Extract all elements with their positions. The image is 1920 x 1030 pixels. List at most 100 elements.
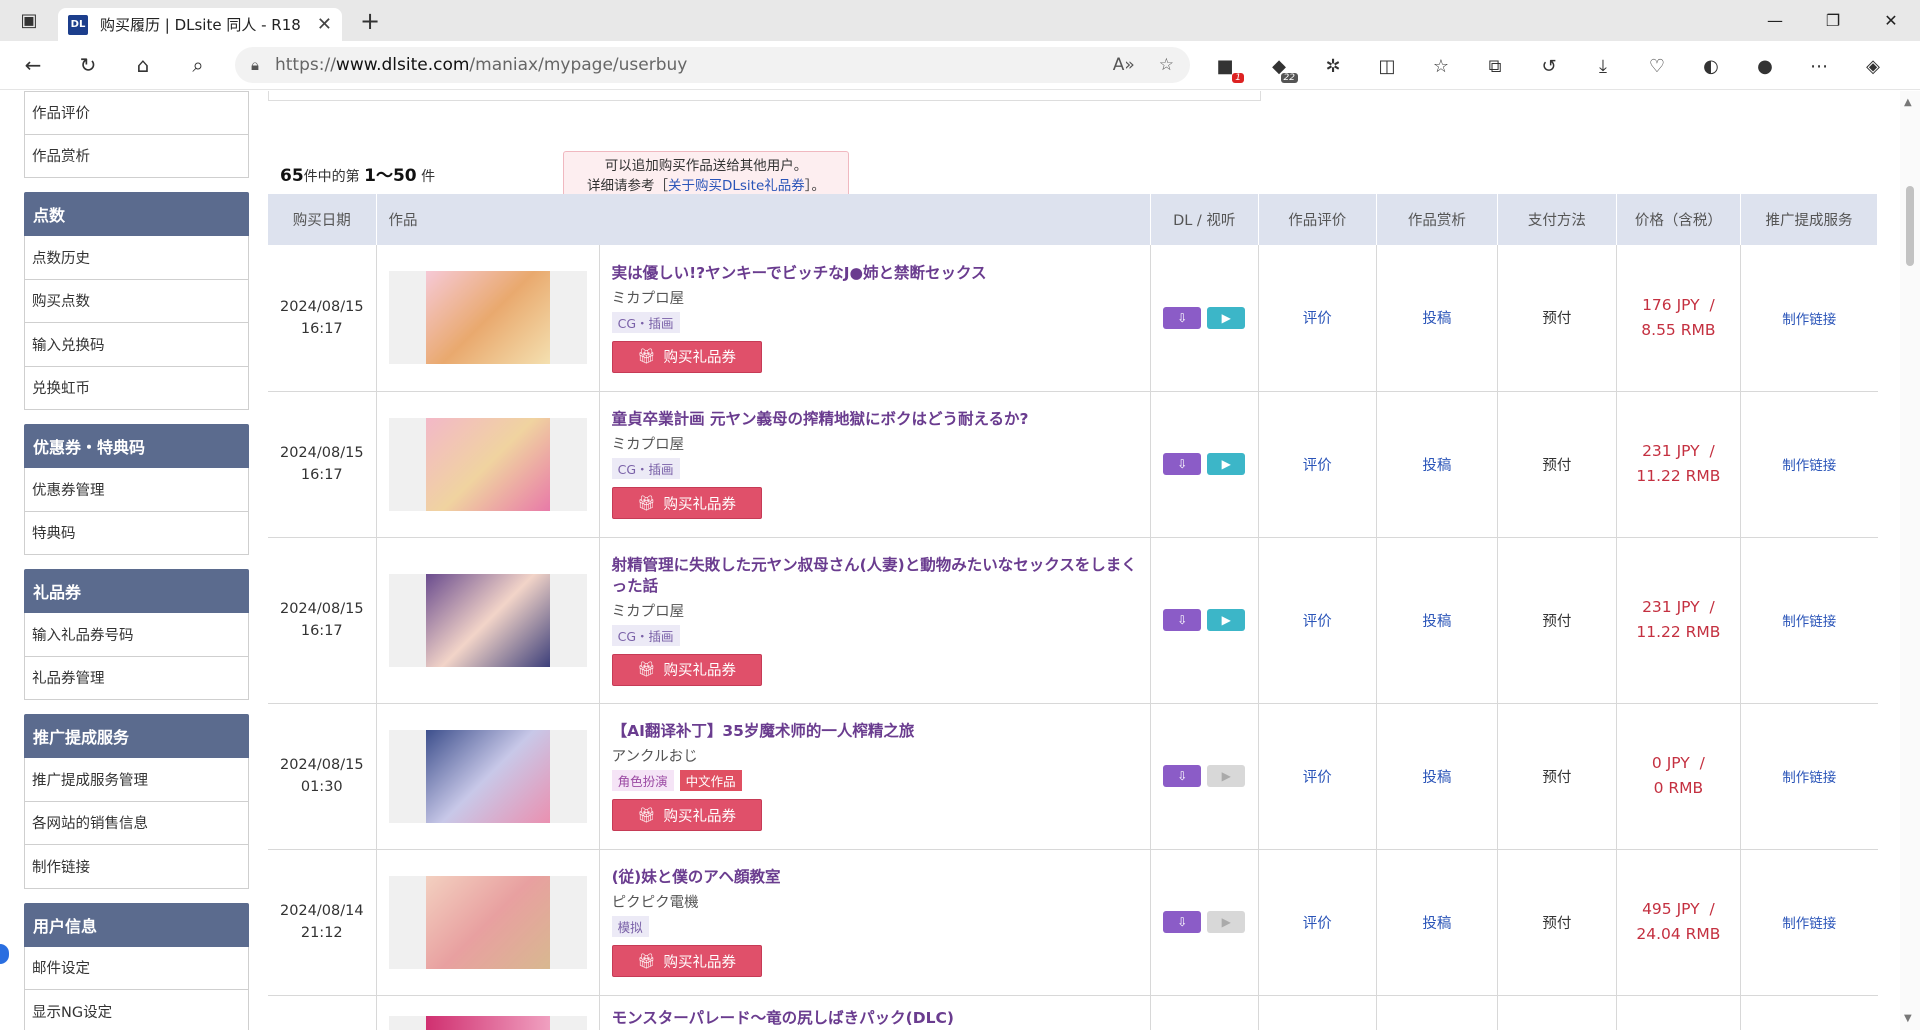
favorites-icon[interactable]: ☆ — [1424, 49, 1458, 83]
sidebar-item-redeem-code[interactable]: 输入兑换码 — [24, 323, 249, 367]
collections-icon[interactable]: ⧉ — [1478, 49, 1512, 83]
refresh-icon[interactable]: ↻ — [66, 45, 110, 85]
genre-tag[interactable]: 角色扮演 — [611, 770, 674, 791]
genre-tag[interactable]: CG・插画 — [611, 311, 680, 333]
buy-gift-button[interactable]: 🎁︎ 购买礼品券 — [611, 653, 762, 686]
make-link[interactable]: 制作链接 — [1782, 614, 1836, 630]
genre-tag[interactable]: 模拟 — [611, 916, 649, 937]
sidebar-item-gift-input[interactable]: 输入礼品券号码 — [24, 613, 249, 657]
play-preview-icon[interactable]: ▶ — [1207, 453, 1246, 475]
circle-name[interactable]: アンクルおじ — [612, 745, 1138, 766]
buy-gift-button[interactable]: 🎁︎ 购买礼品券 — [611, 945, 762, 977]
post-link[interactable]: 投稿 — [1422, 916, 1451, 932]
genre-tag[interactable]: CG・插画 — [611, 458, 680, 479]
sidebar-item-review[interactable]: 作品评价 — [24, 91, 249, 135]
split-screen-icon[interactable]: ◫ — [1370, 49, 1404, 83]
favorite-star-icon[interactable]: ☆ — [1159, 55, 1174, 75]
post-link[interactable]: 投稿 — [1422, 458, 1451, 474]
sidebar-item-ng-settings[interactable]: 显示NG设定 — [24, 990, 249, 1030]
close-window-icon[interactable]: ✕ — [1862, 0, 1920, 41]
scroll-up-icon[interactable]: ▲ — [1904, 97, 1912, 108]
minimize-icon[interactable]: — — [1746, 0, 1804, 41]
genre-tag[interactable]: CG・插画 — [611, 624, 680, 646]
performance-icon[interactable]: ♡ — [1640, 49, 1674, 83]
download-icon[interactable]: ⇩ — [1163, 306, 1202, 329]
sidebar-item-make-link[interactable]: 制作链接 — [24, 845, 249, 889]
work-thumbnail[interactable] — [425, 573, 550, 667]
work-title-link[interactable]: 射精管理に失敗した元ヤン叔母さん(人妻)と動物みたいなセックスをしまくった話 — [612, 555, 1138, 597]
work-thumbnail[interactable] — [425, 1015, 550, 1030]
purchase-date-cell: 2024/08/14 21:12 — [268, 849, 377, 996]
profile-avatar[interactable]: ● — [1748, 49, 1782, 83]
work-title-link[interactable]: (従)妹と僕のアヘ顔教室 — [612, 867, 1138, 888]
read-aloud-icon[interactable]: A» — [1113, 55, 1135, 75]
circle-name[interactable]: ミカプロ屋 — [612, 600, 1138, 621]
work-title-link[interactable]: 童貞卒業計画 元ヤン義母の搾精地獄にボクはどう耐えるか? — [612, 409, 1138, 430]
work-title-link[interactable]: 【AI翻译补丁】35岁魔术师的一人榨精之旅 — [612, 721, 1138, 742]
search-icon[interactable]: ⌕ — [176, 45, 220, 85]
work-thumbnail[interactable] — [425, 271, 550, 365]
make-link[interactable]: 制作链接 — [1782, 770, 1836, 786]
buy-gift-button[interactable]: 🎁︎ 购买礼品券 — [611, 340, 762, 373]
play-preview-icon[interactable]: ▶ — [1207, 306, 1246, 329]
copilot-icon[interactable]: ◈ — [1856, 49, 1890, 83]
sidebar-item-mail-settings[interactable]: 邮件设定 — [24, 946, 249, 990]
circle-name[interactable]: ミカプロ屋 — [612, 287, 1138, 308]
work-title-link[interactable]: 実は優しい!?ヤンキーでビッチなJ●姉と禁断セックス — [612, 263, 1138, 284]
work-thumbnail[interactable] — [425, 875, 550, 969]
make-link[interactable]: 制作链接 — [1782, 916, 1836, 932]
genre-tag[interactable]: 中文作品 — [679, 770, 742, 791]
extension-icon[interactable]: ■ 1 — [1208, 49, 1244, 83]
sidebar-item-site-sales[interactable]: 各网站的销售信息 — [24, 801, 249, 845]
scroll-down-icon[interactable]: ▼ — [1904, 1013, 1912, 1024]
post-link[interactable]: 投稿 — [1422, 770, 1451, 786]
circle-name[interactable]: ミカプロ屋 — [612, 433, 1138, 454]
review-link[interactable]: 评价 — [1303, 614, 1332, 630]
play-preview-icon[interactable]: ▶ — [1207, 609, 1246, 631]
circle-name[interactable]: ピクピク電機 — [612, 891, 1138, 912]
buy-gift-button[interactable]: 🎁︎ 购买礼品券 — [611, 487, 762, 519]
review-link[interactable]: 评价 — [1303, 916, 1332, 932]
sidebar-item-affiliate-manage[interactable]: 推广提成服务管理 — [24, 758, 249, 802]
restore-icon[interactable]: ❐ — [1804, 0, 1862, 41]
edge-icon[interactable]: ◐ — [1694, 49, 1728, 83]
payment-cell: 预付 — [1497, 849, 1617, 996]
home-icon[interactable]: ⌂ — [121, 45, 165, 85]
browser-tab-active[interactable]: DL 购买履历 | DLsite 同人 - R18 ✕ — [58, 8, 342, 41]
more-menu-icon[interactable]: ⋯ — [1802, 49, 1836, 83]
post-link[interactable]: 投稿 — [1422, 311, 1451, 327]
sidebar-item-buy-points[interactable]: 购买点数 — [24, 279, 249, 323]
back-icon[interactable]: ← — [11, 45, 55, 85]
download-icon[interactable]: ⇩ — [1163, 453, 1202, 475]
sidebar-item-serial-code[interactable]: 特典码 — [24, 511, 249, 555]
sidebar-item-gift-manage[interactable]: 礼品券管理 — [24, 656, 249, 700]
work-title-link[interactable]: モンスターパレード～竜の尻しばきパック(DLC) — [612, 1008, 1138, 1029]
sidebar-item-point-history[interactable]: 点数历史 — [24, 236, 249, 280]
download-icon[interactable]: ⇩ — [1163, 609, 1202, 631]
work-thumbnail[interactable] — [425, 729, 550, 823]
downloads-icon[interactable]: ⤓ — [1586, 49, 1620, 83]
close-tab-icon[interactable]: ✕ — [317, 14, 332, 35]
make-link[interactable]: 制作链接 — [1782, 458, 1836, 474]
download-icon[interactable]: ⇩ — [1163, 765, 1202, 787]
extension-shield-icon[interactable]: ◆ 22 — [1262, 49, 1298, 83]
page-scrollbar[interactable]: ▲ ▼ — [1900, 91, 1920, 1030]
review-link[interactable]: 评价 — [1303, 311, 1332, 327]
buy-gift-button[interactable]: 🎁︎ 购买礼品券 — [611, 799, 762, 831]
gift-help-link[interactable]: 关于购买DLsite礼品券 — [668, 178, 805, 194]
sidebar-item-appreciation[interactable]: 作品赏析 — [24, 134, 249, 178]
address-bar[interactable]: 🔒︎ https://www.dlsite.com/maniax/mypage/… — [235, 47, 1190, 83]
work-thumbnail[interactable] — [425, 417, 550, 511]
tab-actions-icon[interactable]: ▣ — [0, 0, 58, 41]
scrollbar-thumb[interactable] — [1906, 186, 1914, 266]
review-link[interactable]: 评价 — [1303, 770, 1332, 786]
download-icon[interactable]: ⇩ — [1163, 911, 1202, 933]
make-link[interactable]: 制作链接 — [1782, 312, 1836, 328]
sidebar-item-exchange-coins[interactable]: 兑换虹币 — [24, 366, 249, 410]
new-tab-icon[interactable]: + — [350, 7, 390, 35]
post-link[interactable]: 投稿 — [1422, 614, 1451, 630]
extensions-puzzle-icon[interactable]: ✲ — [1316, 49, 1350, 83]
history-icon[interactable]: ↺ — [1532, 49, 1566, 83]
sidebar-item-coupon-manage[interactable]: 优惠券管理 — [24, 468, 249, 512]
review-link[interactable]: 评价 — [1303, 458, 1332, 474]
